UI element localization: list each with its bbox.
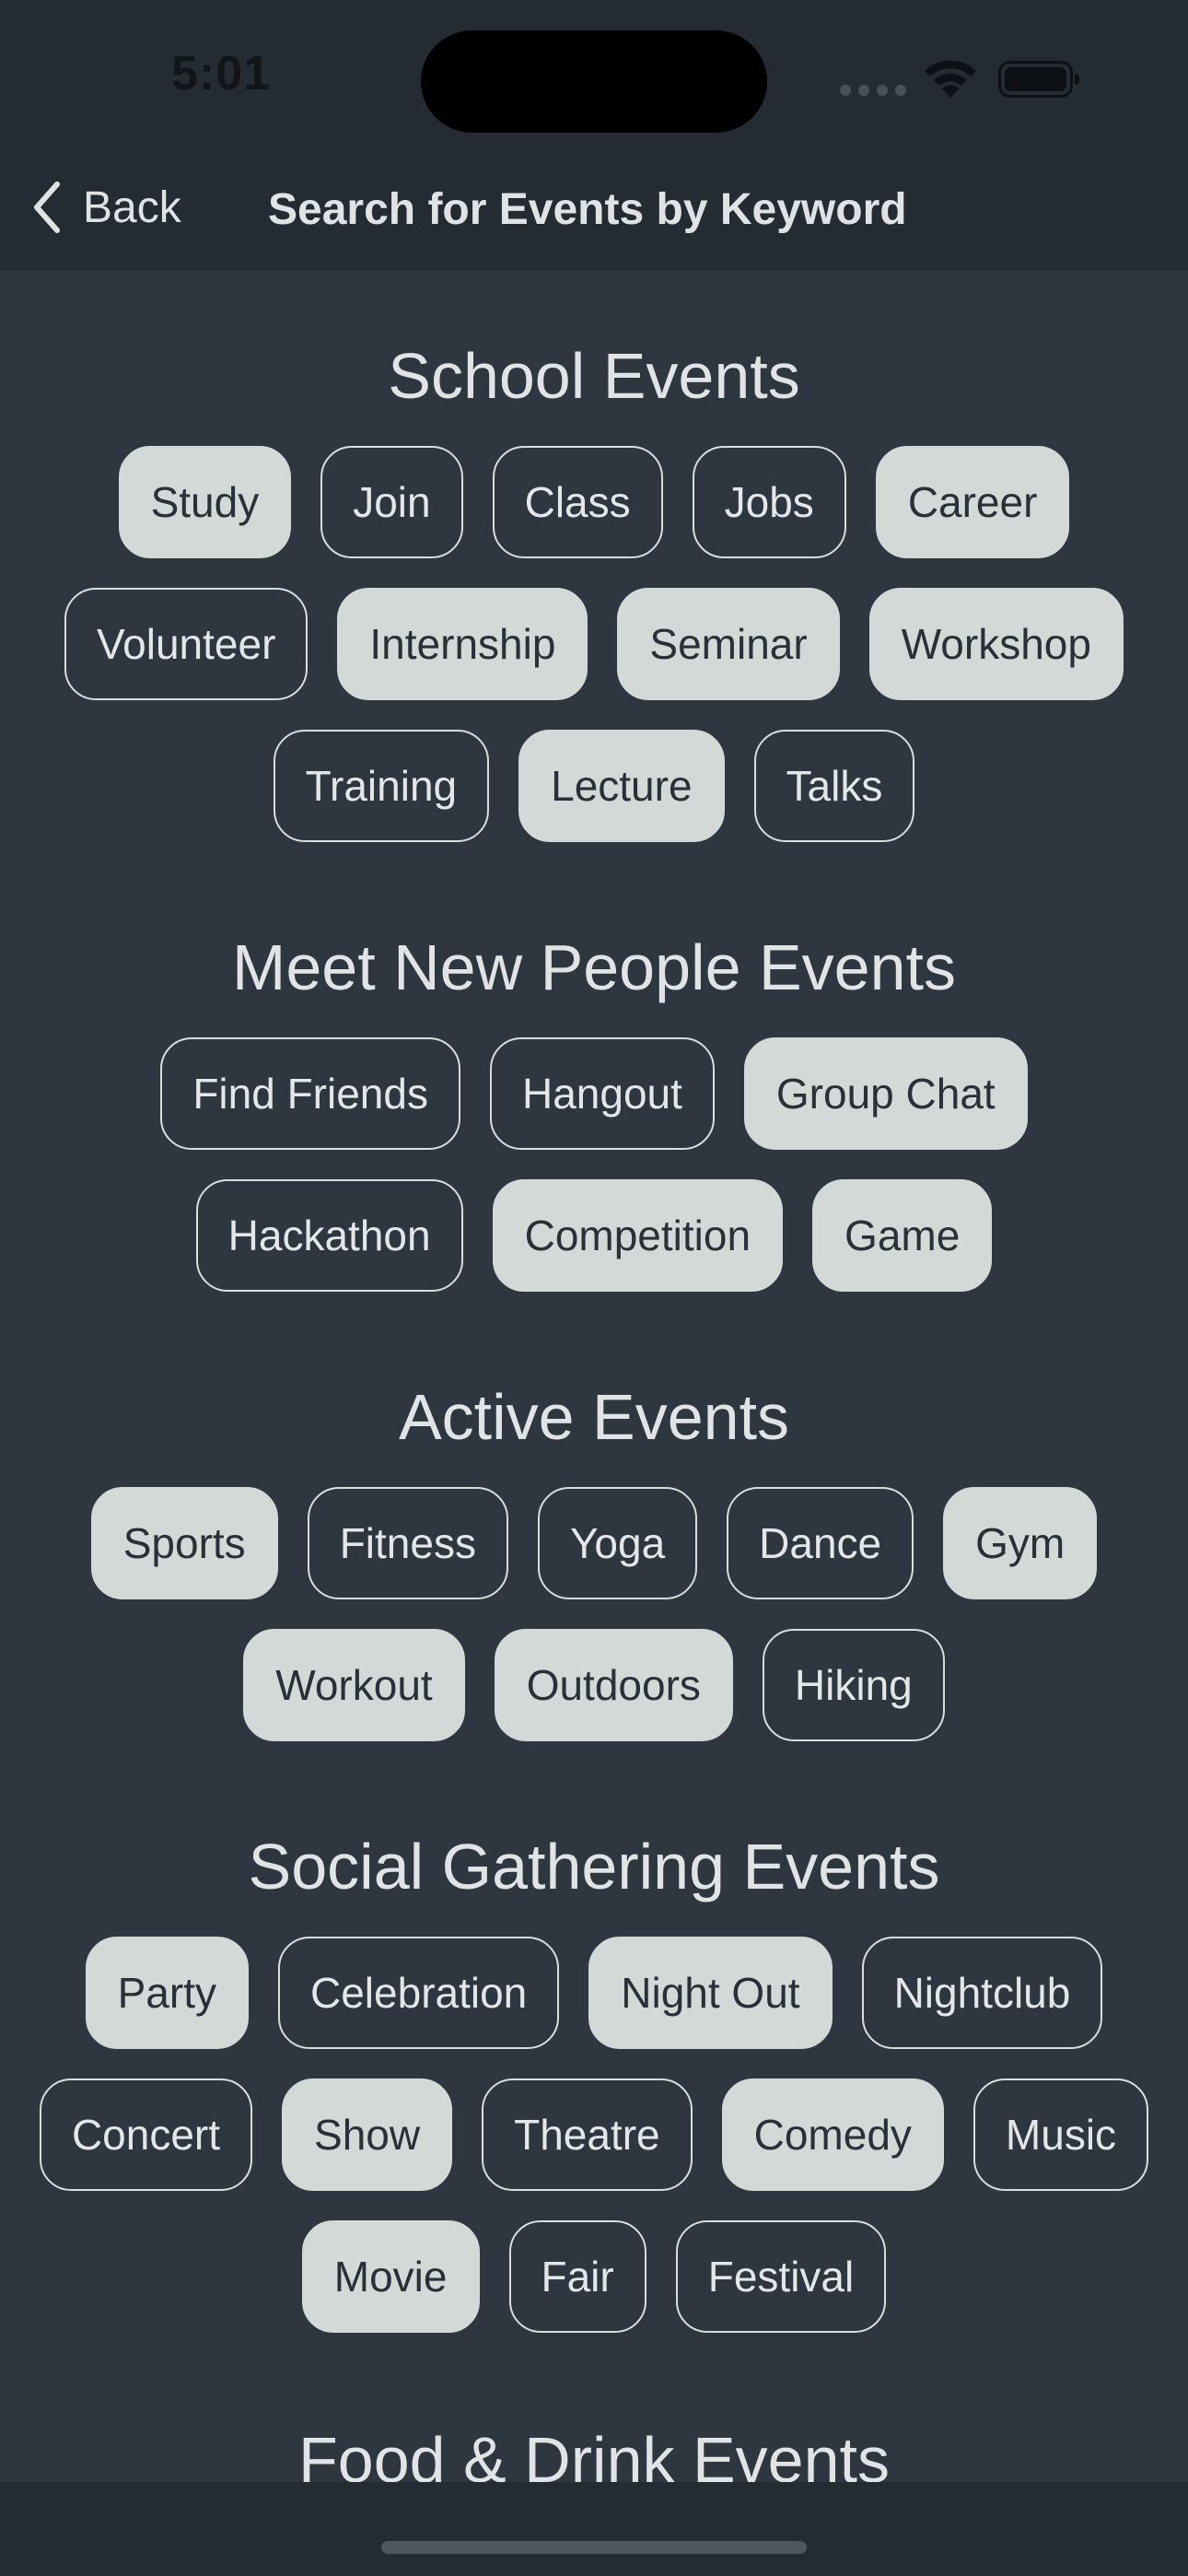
keyword-chip-workshop[interactable]: Workshop xyxy=(868,588,1124,700)
keyword-chip-internship[interactable]: Internship xyxy=(337,588,588,700)
home-indicator[interactable] xyxy=(381,2541,807,2554)
section-3: Active Events Sports Fitness Yoga Dance Gym Wo… xyxy=(0,1371,1188,1771)
cellular-signal-icon xyxy=(840,85,906,98)
keyword-chip-party[interactable]: Party xyxy=(85,1937,249,2049)
section-4: Social Gathering Events Party Celebration N… xyxy=(0,1821,1188,2362)
keyword-chip-training[interactable]: Training xyxy=(273,730,490,842)
keyword-chip-hangout[interactable]: Hangout xyxy=(489,1037,715,1150)
keyword-chip-movie[interactable]: Movie xyxy=(301,2220,480,2333)
chip-group: Party Celebration Night Out Nightclub Concer… xyxy=(0,1937,1188,2333)
section-5: Food & Drink Events xyxy=(0,2414,1188,2482)
keyword-chip-lecture[interactable]: Lecture xyxy=(518,730,725,842)
keyword-chip-competition[interactable]: Competition xyxy=(492,1179,784,1292)
dynamic-island xyxy=(421,30,767,133)
chip-row: Sports Fitness Yoga Dance Gym xyxy=(0,1487,1188,1599)
keyword-chip-outdoors[interactable]: Outdoors xyxy=(494,1629,733,1741)
section-title: Meet New People Events xyxy=(232,931,956,1003)
status-time: 5:01 xyxy=(171,47,272,100)
keyword-chip-hiking[interactable]: Hiking xyxy=(762,1629,945,1741)
chip-group: Study Join Class Jobs Career Volunteer Interns… xyxy=(0,446,1188,842)
back-button[interactable]: Back xyxy=(31,177,181,238)
keyword-chip-yoga[interactable]: Yoga xyxy=(537,1487,698,1599)
keyword-chip-dance[interactable]: Dance xyxy=(727,1487,914,1599)
section-title: Social Gathering Events xyxy=(248,1831,940,1903)
keyword-chip-festival[interactable]: Festival xyxy=(675,2220,887,2333)
keyword-chip-nightclub[interactable]: Nightclub xyxy=(861,1937,1103,2049)
keyword-chip-sports[interactable]: Sports xyxy=(90,1487,278,1599)
chip-row: Study Join Class Jobs Career xyxy=(0,446,1188,558)
keyword-chip-game[interactable]: Game xyxy=(812,1179,993,1292)
top-bar: 5:01 Back Search for Events by Keyword xyxy=(0,0,1188,271)
keyword-chip-career[interactable]: Career xyxy=(875,446,1070,558)
keyword-chip-theatre[interactable]: Theatre xyxy=(482,2078,693,2191)
keyword-chip-music[interactable]: Music xyxy=(973,2078,1149,2191)
keyword-chip-hackathon[interactable]: Hackathon xyxy=(195,1179,463,1292)
chip-group: Find Friends Hangout Group Chat Hackathon Co… xyxy=(0,1037,1188,1292)
chip-row: Concert Show Theatre Comedy Music xyxy=(0,2078,1188,2191)
keyword-chip-find-friends[interactable]: Find Friends xyxy=(160,1037,460,1150)
home-area xyxy=(0,2482,1188,2576)
chip-group: Sports Fitness Yoga Dance Gym Workout Outdoors… xyxy=(0,1487,1188,1741)
keyword-chip-class[interactable]: Class xyxy=(492,446,663,558)
section-title: Food & Drink Events xyxy=(298,2424,890,2482)
battery-icon xyxy=(998,61,1079,98)
keyword-chip-gym[interactable]: Gym xyxy=(943,1487,1098,1599)
chip-row: Party Celebration Night Out Nightclub xyxy=(0,1937,1188,2049)
page-title: Search for Events by Keyword xyxy=(268,185,907,234)
keyword-chip-group-chat[interactable]: Group Chat xyxy=(743,1037,1028,1150)
keyword-chip-show[interactable]: Show xyxy=(282,2078,453,2191)
chip-row: Training Lecture Talks xyxy=(0,730,1188,842)
section-title: School Events xyxy=(388,340,800,412)
chip-row: Hackathon Competition Game xyxy=(0,1179,1188,1292)
chip-row: Find Friends Hangout Group Chat xyxy=(0,1037,1188,1150)
keyword-list[interactable]: School Events Study Join Class Jobs Career Vol… xyxy=(0,271,1188,2482)
keyword-chip-concert[interactable]: Concert xyxy=(39,2078,253,2191)
chip-row: Volunteer Internship Seminar Workshop xyxy=(0,588,1188,700)
keyword-chip-jobs[interactable]: Jobs xyxy=(692,446,846,558)
keyword-chip-join[interactable]: Join xyxy=(320,446,463,558)
keyword-chip-fitness[interactable]: Fitness xyxy=(307,1487,508,1599)
back-label: Back xyxy=(83,182,181,232)
wifi-icon xyxy=(925,60,976,98)
chevron-left-icon xyxy=(34,181,60,233)
keyword-chip-talks[interactable]: Talks xyxy=(753,730,915,842)
chip-row: Movie Fair Festival xyxy=(0,2220,1188,2333)
section-title: Active Events xyxy=(398,1381,790,1453)
keyword-chip-study[interactable]: Study xyxy=(118,446,292,558)
keyword-chip-workout[interactable]: Workout xyxy=(243,1629,465,1741)
section-2: Meet New People Events Find Friends Hangou… xyxy=(0,921,1188,1321)
navigation-bar: Back Search for Events by Keyword xyxy=(0,166,1188,249)
keyword-chip-seminar[interactable]: Seminar xyxy=(617,588,840,700)
section-1: School Events Study Join Class Jobs Career Vol… xyxy=(0,330,1188,872)
keyword-chip-celebration[interactable]: Celebration xyxy=(278,1937,560,2049)
keyword-chip-fair[interactable]: Fair xyxy=(508,2220,646,2333)
keyword-chip-volunteer[interactable]: Volunteer xyxy=(64,588,309,700)
keyword-chip-night-out[interactable]: Night Out xyxy=(588,1937,833,2049)
keyword-chip-comedy[interactable]: Comedy xyxy=(721,2078,944,2191)
chip-row: Workout Outdoors Hiking xyxy=(0,1629,1188,1741)
